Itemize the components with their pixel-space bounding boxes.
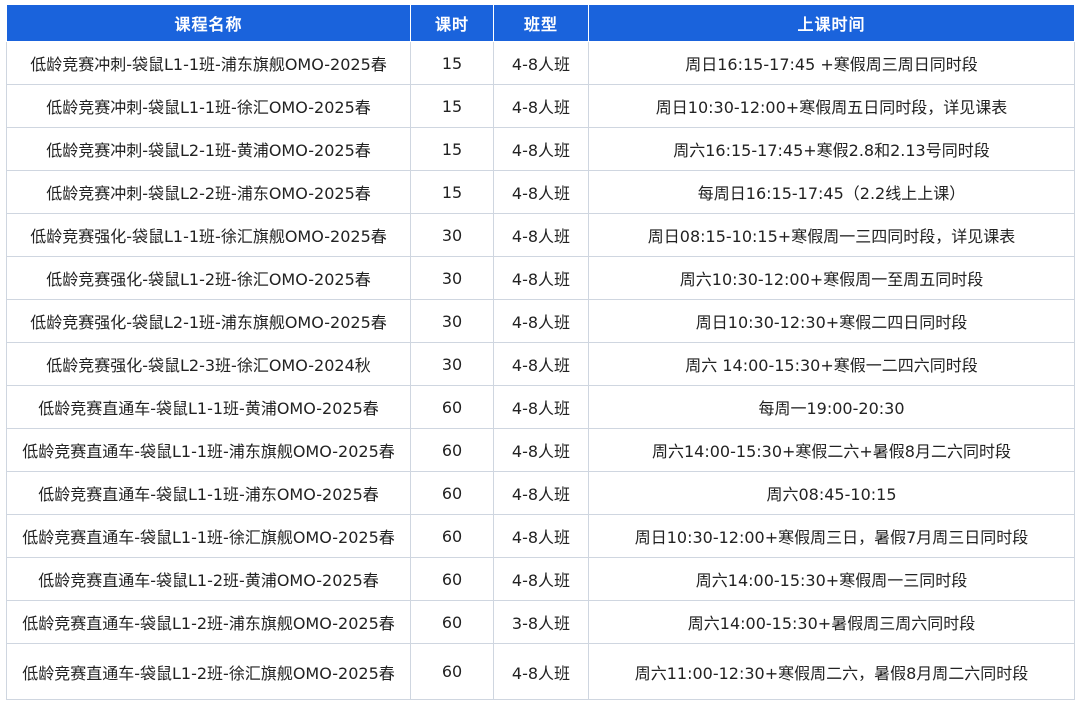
hours-cell: 60 (410, 428, 494, 472)
course-name-cell: 低龄竞赛冲刺-袋鼠L1-1班-浦东旗舰OMO-2025春 (6, 41, 411, 85)
schedule-time-cell: 周日16:15-17:45 +寒假周三周日同时段 (588, 41, 1075, 85)
table-row: 低龄竞赛直通车-袋鼠L1-2班-徐汇旗舰OMO-2025春 60 4-8人班 周六11… (6, 643, 1075, 700)
schedule-time-cell: 周日10:30-12:00+寒假周三日，暑假7月周三日同时段 (588, 514, 1075, 558)
schedule-time-cell: 周六 14:00-15:30+寒假一二四六同时段 (588, 342, 1075, 386)
schedule-time-cell: 周六11:00-12:30+寒假周二六，暑假8月周二六同时段 (588, 643, 1075, 700)
course-name-cell: 低龄竞赛冲刺-袋鼠L1-1班-徐汇OMO-2025春 (6, 84, 411, 128)
table-header-row: 课程名称 课时 班型 上课时间 (6, 5, 1075, 42)
table-row: 低龄竞赛直通车-袋鼠L1-1班-浦东旗舰OMO-2025春 60 4-8人班 周六14… (6, 428, 1075, 472)
hours-cell: 60 (410, 600, 494, 644)
table-row: 低龄竞赛强化-袋鼠L1-1班-徐汇旗舰OMO-2025春 30 4-8人班 周日08:… (6, 213, 1075, 257)
hours-cell: 30 (410, 299, 494, 343)
table-row: 低龄竞赛冲刺-袋鼠L2-1班-黄浦OMO-2025春 15 4-8人班 周六16:15… (6, 127, 1075, 171)
class-type-cell: 4-8人班 (493, 557, 589, 601)
class-type-cell: 4-8人班 (493, 342, 589, 386)
class-type-cell: 4-8人班 (493, 41, 589, 85)
hours-cell: 15 (410, 170, 494, 214)
hours-cell: 30 (410, 256, 494, 300)
hours-cell: 30 (410, 213, 494, 257)
header-hours: 课时 (410, 5, 494, 42)
table-row: 低龄竞赛直通车-袋鼠L1-1班-黄浦OMO-2025春 60 4-8人班 每周一19:… (6, 385, 1075, 429)
header-schedule-time: 上课时间 (588, 5, 1075, 42)
table-row: 低龄竞赛冲刺-袋鼠L1-1班-徐汇OMO-2025春 15 4-8人班 周日10:30… (6, 84, 1075, 128)
schedule-time-cell: 周六16:15-17:45+寒假2.8和2.13号同时段 (588, 127, 1075, 171)
hours-cell: 15 (410, 127, 494, 171)
course-name-cell: 低龄竞赛直通车-袋鼠L1-1班-黄浦OMO-2025春 (6, 385, 411, 429)
schedule-time-cell: 周日10:30-12:00+寒假周五日同时段，详见课表 (588, 84, 1075, 128)
class-type-cell: 4-8人班 (493, 643, 589, 700)
class-type-cell: 4-8人班 (493, 84, 589, 128)
schedule-time-cell: 每周日16:15-17:45（2.2线上上课） (588, 170, 1075, 214)
course-name-cell: 低龄竞赛直通车-袋鼠L1-1班-徐汇旗舰OMO-2025春 (6, 514, 411, 558)
schedule-time-cell: 周六10:30-12:00+寒假周一至周五同时段 (588, 256, 1075, 300)
course-name-cell: 低龄竞赛直通车-袋鼠L1-1班-浦东OMO-2025春 (6, 471, 411, 515)
hours-cell: 30 (410, 342, 494, 386)
table-row: 低龄竞赛强化-袋鼠L2-3班-徐汇OMO-2024秋 30 4-8人班 周六 14:0… (6, 342, 1075, 386)
table-row: 低龄竞赛直通车-袋鼠L1-1班-徐汇旗舰OMO-2025春 60 4-8人班 周日10… (6, 514, 1075, 558)
class-type-cell: 4-8人班 (493, 213, 589, 257)
class-type-cell: 4-8人班 (493, 127, 589, 171)
hours-cell: 15 (410, 41, 494, 85)
table-row: 低龄竞赛强化-袋鼠L2-1班-浦东旗舰OMO-2025春 30 4-8人班 周日10:… (6, 299, 1075, 343)
course-name-cell: 低龄竞赛直通车-袋鼠L1-2班-浦东旗舰OMO-2025春 (6, 600, 411, 644)
course-name-cell: 低龄竞赛强化-袋鼠L1-2班-徐汇OMO-2025春 (6, 256, 411, 300)
header-course-name: 课程名称 (6, 5, 411, 42)
schedule-time-cell: 周六14:00-15:30+暑假周三周六同时段 (588, 600, 1075, 644)
table-row: 低龄竞赛直通车-袋鼠L1-2班-黄浦OMO-2025春 60 4-8人班 周六14:0… (6, 557, 1075, 601)
class-type-cell: 4-8人班 (493, 256, 589, 300)
table-row: 低龄竞赛冲刺-袋鼠L2-2班-浦东OMO-2025春 15 4-8人班 每周日16:1… (6, 170, 1075, 214)
course-name-cell: 低龄竞赛冲刺-袋鼠L2-2班-浦东OMO-2025春 (6, 170, 411, 214)
schedule-time-cell: 周日10:30-12:30+寒假二四日同时段 (588, 299, 1075, 343)
table-row: 低龄竞赛强化-袋鼠L1-2班-徐汇OMO-2025春 30 4-8人班 周六10:30… (6, 256, 1075, 300)
course-name-cell: 低龄竞赛直通车-袋鼠L1-1班-浦东旗舰OMO-2025春 (6, 428, 411, 472)
table-row: 低龄竞赛直通车-袋鼠L1-1班-浦东OMO-2025春 60 4-8人班 周六08:4… (6, 471, 1075, 515)
hours-cell: 60 (410, 471, 494, 515)
course-name-cell: 低龄竞赛冲刺-袋鼠L2-1班-黄浦OMO-2025春 (6, 127, 411, 171)
table-row: 低龄竞赛直通车-袋鼠L1-2班-浦东旗舰OMO-2025春 60 3-8人班 周六14… (6, 600, 1075, 644)
page: 课程名称 课时 班型 上课时间 低龄竞赛冲刺-袋鼠L1-1班-浦东旗舰OMO-2… (0, 0, 1080, 712)
hours-cell: 60 (410, 557, 494, 601)
header-class-type: 班型 (493, 5, 589, 42)
class-type-cell: 3-8人班 (493, 600, 589, 644)
hours-cell: 60 (410, 385, 494, 429)
schedule-time-cell: 周六14:00-15:30+寒假周一三同时段 (588, 557, 1075, 601)
class-type-cell: 4-8人班 (493, 385, 589, 429)
class-type-cell: 4-8人班 (493, 514, 589, 558)
hours-cell: 60 (410, 514, 494, 558)
schedule-time-cell: 周六08:45-10:15 (588, 471, 1075, 515)
schedule-time-cell: 周六14:00-15:30+寒假二六+暑假8月二六同时段 (588, 428, 1075, 472)
schedule-time-cell: 周日08:15-10:15+寒假周一三四同时段，详见课表 (588, 213, 1075, 257)
hours-cell: 15 (410, 84, 494, 128)
class-type-cell: 4-8人班 (493, 471, 589, 515)
course-schedule-table: 课程名称 课时 班型 上课时间 低龄竞赛冲刺-袋鼠L1-1班-浦东旗舰OMO-2… (6, 5, 1075, 700)
course-name-cell: 低龄竞赛强化-袋鼠L2-1班-浦东旗舰OMO-2025春 (6, 299, 411, 343)
schedule-time-cell: 每周一19:00-20:30 (588, 385, 1075, 429)
course-name-cell: 低龄竞赛直通车-袋鼠L1-2班-黄浦OMO-2025春 (6, 557, 411, 601)
course-name-cell: 低龄竞赛强化-袋鼠L1-1班-徐汇旗舰OMO-2025春 (6, 213, 411, 257)
class-type-cell: 4-8人班 (493, 299, 589, 343)
course-name-cell: 低龄竞赛强化-袋鼠L2-3班-徐汇OMO-2024秋 (6, 342, 411, 386)
hours-cell: 60 (410, 643, 494, 700)
table-row: 低龄竞赛冲刺-袋鼠L1-1班-浦东旗舰OMO-2025春 15 4-8人班 周日16:… (6, 41, 1075, 85)
class-type-cell: 4-8人班 (493, 428, 589, 472)
course-name-cell: 低龄竞赛直通车-袋鼠L1-2班-徐汇旗舰OMO-2025春 (6, 643, 411, 700)
class-type-cell: 4-8人班 (493, 170, 589, 214)
